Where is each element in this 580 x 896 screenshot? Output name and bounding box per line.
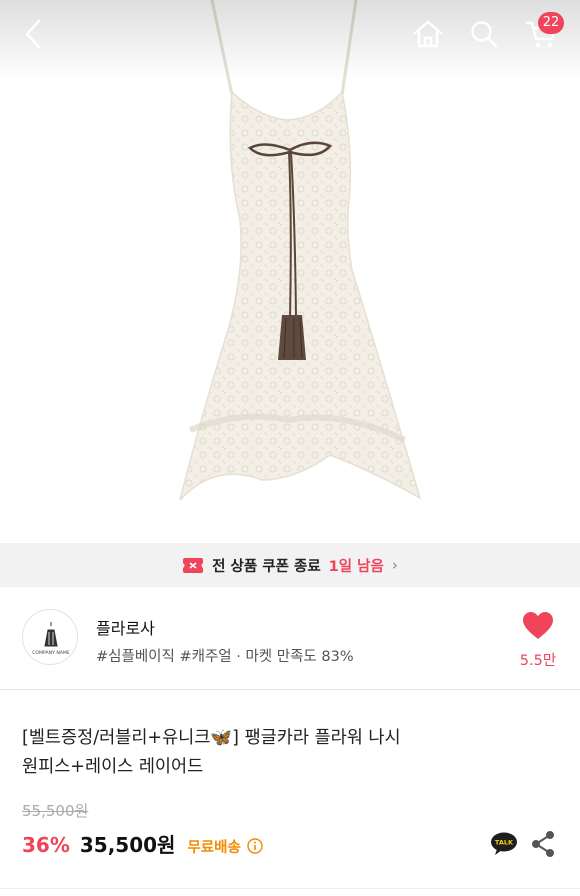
share-button[interactable] <box>530 830 556 858</box>
top-nav: 22 <box>0 0 580 70</box>
info-icon[interactable] <box>247 838 263 854</box>
shop-name[interactable]: 플라로사 <box>96 615 155 639</box>
talk-icon: TALK <box>491 832 517 855</box>
shop-logo[interactable]: COMPANY NAME <box>22 609 78 665</box>
shop-tags: #심플베이직 #캐주얼 · 마켓 만족도 83% <box>96 649 354 665</box>
back-arrow-icon <box>25 19 41 49</box>
cart-count-badge: 22 <box>538 12 564 34</box>
svg-text:TALK: TALK <box>495 839 514 847</box>
coupon-icon <box>183 557 204 573</box>
shop-section: COMPANY NAME 플라로사 #심플베이직 #캐주얼 · 마켓 만족도 8… <box>0 587 580 690</box>
share-icon <box>532 831 554 857</box>
product-title: [벨트증정/러블리+유니크🦋] 팽글카라 플라워 나시 원피스+레이스 레이어드 <box>22 724 552 782</box>
shipping-label: 무료배송 <box>187 840 241 856</box>
home-icon <box>413 20 443 48</box>
talk-button[interactable]: TALK <box>490 832 518 856</box>
logo-text: COMPANY NAME <box>32 650 70 656</box>
chevron-right-icon: › <box>391 556 398 574</box>
product-image[interactable] <box>0 0 580 543</box>
shop-logo-mark: COMPANY NAME <box>32 622 70 656</box>
divider <box>0 888 580 889</box>
home-button[interactable] <box>408 14 448 54</box>
back-button[interactable] <box>14 14 54 54</box>
sale-price: 35,500원 <box>79 833 176 857</box>
dress-image <box>179 0 422 501</box>
coupon-remaining: 1일 남음 <box>328 558 384 575</box>
like-count: 5.5만 <box>519 653 557 669</box>
product-title-line2: 원피스+레이스 레이어드 <box>22 757 204 777</box>
coupon-text: 전 상품 쿠폰 종료 <box>212 558 321 575</box>
price-row: 36% 35,500원 무료배송 <box>22 829 263 861</box>
discount-rate: 36% <box>22 833 70 857</box>
search-icon <box>471 21 498 48</box>
coupon-banner[interactable]: 전 상품 쿠폰 종료 1일 남음 › <box>0 543 580 587</box>
search-button[interactable] <box>464 14 504 54</box>
heart-icon <box>523 612 553 639</box>
original-price: 55,500원 <box>22 802 89 820</box>
product-title-line1: [벨트증정/러블리+유니크🦋] 팽글카라 플라워 나시 <box>22 728 401 748</box>
